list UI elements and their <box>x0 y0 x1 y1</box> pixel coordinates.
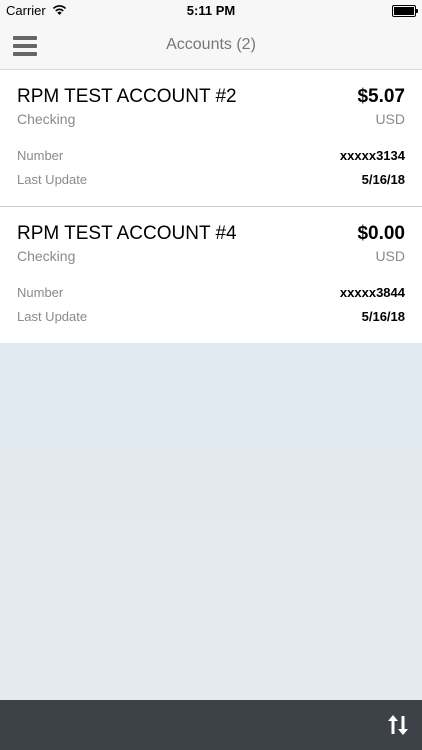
account-currency: USD <box>375 248 405 264</box>
account-balance: $5.07 <box>357 86 405 107</box>
account-name: RPM TEST ACCOUNT #2 <box>17 86 237 107</box>
account-type: Checking <box>17 111 76 127</box>
last-update-value: 5/16/18 <box>361 309 405 324</box>
account-name: RPM TEST ACCOUNT #4 <box>17 223 237 244</box>
status-bar: Carrier 5:11 PM <box>0 0 422 22</box>
account-type: Checking <box>17 248 76 264</box>
last-update-label: Last Update <box>17 172 88 187</box>
last-update-value: 5/16/18 <box>361 172 405 187</box>
account-currency: USD <box>375 111 405 127</box>
last-update-label: Last Update <box>17 309 88 324</box>
transfer-arrows-icon[interactable] <box>386 713 410 737</box>
battery-icon <box>392 5 418 17</box>
number-label: Number <box>17 285 64 300</box>
number-label: Number <box>17 148 64 163</box>
status-time: 5:11 PM <box>186 3 236 18</box>
account-card[interactable]: RPM TEST ACCOUNT #4 Checking $0.00 USD N… <box>0 207 422 343</box>
account-balance: $0.00 <box>357 223 405 244</box>
account-number: xxxxx3844 <box>339 285 405 300</box>
navigation-bar: Accounts (2) <box>0 22 422 70</box>
bottom-toolbar <box>0 700 422 750</box>
account-number: xxxxx3134 <box>339 148 405 163</box>
page-title: Accounts (2) <box>166 36 256 53</box>
account-card[interactable]: RPM TEST ACCOUNT #2 Checking $5.07 USD N… <box>0 70 422 207</box>
